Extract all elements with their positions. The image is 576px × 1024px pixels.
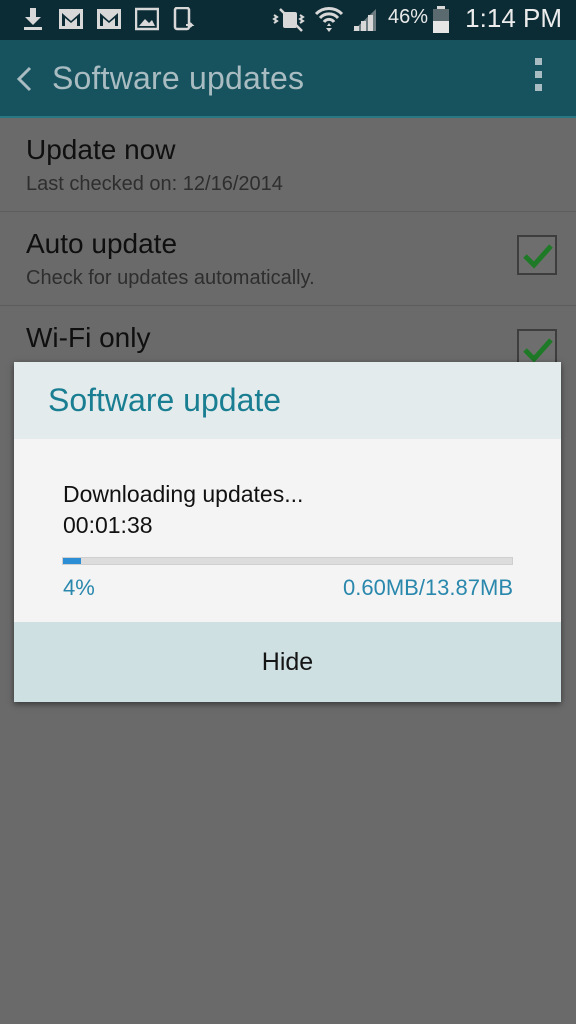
download-icon bbox=[24, 8, 42, 30]
gmail-icon bbox=[59, 9, 83, 29]
list-item-update-now[interactable]: Update now Last checked on: 12/16/2014 bbox=[0, 118, 576, 212]
action-bar: Software updates bbox=[0, 40, 576, 118]
list-item-title: Wi-Fi only bbox=[26, 322, 151, 353]
hide-button[interactable]: Hide bbox=[14, 622, 561, 702]
clock: 1:14 PM bbox=[465, 3, 562, 33]
list-item-auto-update[interactable]: Auto update Check for updates automatica… bbox=[0, 212, 576, 306]
wifi-icon bbox=[314, 7, 344, 32]
more-dot bbox=[535, 84, 542, 91]
dialog-title: Software update bbox=[48, 382, 282, 418]
battery-percent: 46% bbox=[388, 6, 429, 28]
more-options-icon[interactable] bbox=[534, 58, 544, 100]
dialog-header: Software update bbox=[14, 362, 561, 439]
page-title: Software updates bbox=[52, 60, 305, 96]
status-bar: 46% 1:14 PM bbox=[0, 0, 576, 40]
checkmark-icon bbox=[523, 244, 553, 269]
back-icon[interactable] bbox=[12, 65, 38, 93]
signal-icon bbox=[353, 9, 376, 31]
list-item-title: Auto update bbox=[26, 228, 178, 259]
elapsed-time: 00:01:38 bbox=[63, 512, 153, 538]
list-item-subtitle: Check for updates automatically. bbox=[26, 267, 315, 289]
gallery-icon bbox=[135, 7, 159, 31]
list-item-title: Update now bbox=[26, 134, 176, 165]
list-item-subtitle: Last checked on: 12/16/2014 bbox=[26, 173, 283, 195]
more-dot bbox=[535, 58, 542, 65]
settings-list: Update now Last checked on: 12/16/2014 A… bbox=[0, 118, 576, 399]
progress-bar bbox=[62, 557, 513, 565]
gmail-icon bbox=[97, 9, 121, 29]
progress-percent: 4% bbox=[63, 575, 95, 600]
progress-fill bbox=[63, 558, 81, 564]
download-size: 0.60MB/13.87MB bbox=[343, 575, 513, 600]
dialog-message: Downloading updates... bbox=[63, 481, 304, 507]
battery-icon bbox=[433, 6, 449, 33]
mute-icon bbox=[272, 8, 305, 32]
screenshot-icon bbox=[173, 7, 195, 31]
download-dialog: Software update Downloading updates... 0… bbox=[14, 362, 561, 702]
more-dot bbox=[535, 71, 542, 78]
auto-update-checkbox[interactable] bbox=[517, 235, 557, 275]
